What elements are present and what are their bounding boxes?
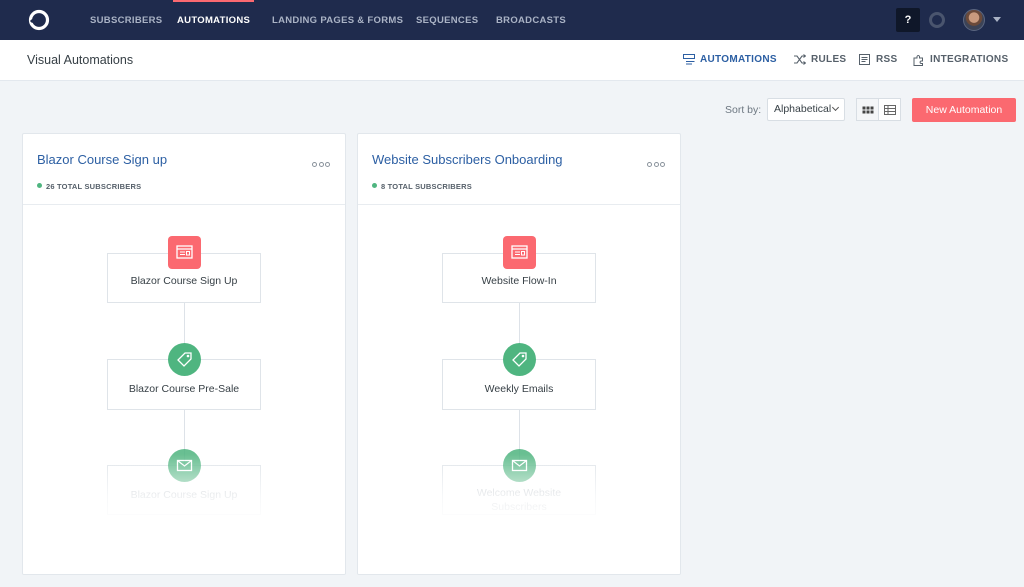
- nav-landing-pages-forms[interactable]: LANDING PAGES & FORMS: [272, 0, 403, 40]
- email-icon[interactable]: [168, 449, 201, 482]
- tab-rules-label: RULES: [811, 54, 847, 65]
- help-button[interactable]: ?: [896, 8, 920, 32]
- chevron-down-icon[interactable]: [993, 17, 1001, 22]
- status-dot: [37, 183, 42, 188]
- node-label-line2: Subscribers: [491, 500, 547, 513]
- table-icon: [884, 105, 896, 115]
- status-ring-icon[interactable]: [929, 12, 945, 28]
- nav-sequences[interactable]: SEQUENCES: [416, 0, 478, 40]
- chevron-down-icon: [831, 103, 840, 112]
- grid-icon: [862, 106, 874, 114]
- tab-automations-label: AUTOMATIONS: [700, 54, 777, 65]
- form-icon[interactable]: [503, 236, 536, 269]
- automation-title[interactable]: Website Subscribers Onboarding: [372, 152, 563, 167]
- new-automation-button[interactable]: New Automation: [912, 98, 1016, 122]
- subscriber-count-label: 8 TOTAL SUBSCRIBERS: [381, 182, 472, 191]
- subscriber-count: 8 TOTAL SUBSCRIBERS: [372, 182, 472, 191]
- tab-automations[interactable]: AUTOMATIONS: [683, 40, 777, 80]
- divider: [23, 204, 345, 205]
- automations-icon: [683, 54, 695, 65]
- puzzle-icon: [913, 55, 923, 66]
- node-label: Weekly Emails: [484, 383, 554, 395]
- sort-select-value: Alphabetical: [774, 103, 832, 115]
- subscriber-count: 26 TOTAL SUBSCRIBERS: [37, 182, 141, 191]
- tab-rss[interactable]: RSS: [859, 40, 898, 80]
- node-label: Website Flow-In: [481, 275, 557, 287]
- sub-header: Visual Automations AUTOMATIONS RULES RSS…: [0, 40, 1024, 81]
- rss-icon: [859, 54, 870, 65]
- grid-view-button[interactable]: [856, 98, 879, 121]
- top-navigation: SUBSCRIBERS AUTOMATIONS LANDING PAGES & …: [0, 0, 1024, 40]
- tag-icon[interactable]: [168, 343, 201, 376]
- sort-select[interactable]: Alphabetical: [767, 98, 845, 121]
- tab-rules[interactable]: RULES: [794, 40, 847, 80]
- divider: [358, 204, 680, 205]
- sort-label: Sort by:: [725, 104, 762, 116]
- more-options-icon[interactable]: [312, 154, 332, 167]
- node-label: Blazor Course Sign Up: [130, 489, 238, 501]
- tag-icon[interactable]: [503, 343, 536, 376]
- list-view-button[interactable]: [878, 98, 901, 121]
- automation-card: Blazor Course Sign up 26 TOTAL SUBSCRIBE…: [22, 133, 346, 575]
- nav-automations[interactable]: AUTOMATIONS: [172, 0, 255, 40]
- automation-card: Website Subscribers Onboarding 8 TOTAL S…: [357, 133, 681, 575]
- shuffle-icon: [794, 54, 806, 65]
- tab-rss-label: RSS: [876, 54, 898, 65]
- status-dot: [372, 183, 377, 188]
- node-label: Blazor Course Sign Up: [130, 275, 238, 287]
- nav-broadcasts[interactable]: BROADCASTS: [496, 0, 566, 40]
- subscriber-count-label: 26 TOTAL SUBSCRIBERS: [46, 182, 142, 191]
- convertkit-logo-icon[interactable]: [27, 8, 51, 32]
- more-options-icon[interactable]: [647, 154, 667, 167]
- node-label-line1: Welcome Website: [476, 487, 562, 499]
- page-title: Visual Automations: [27, 53, 134, 67]
- nav-subscribers[interactable]: SUBSCRIBERS: [90, 0, 162, 40]
- form-icon[interactable]: [168, 236, 201, 269]
- automation-title[interactable]: Blazor Course Sign up: [37, 152, 167, 167]
- tab-integrations[interactable]: INTEGRATIONS: [913, 40, 1009, 80]
- tab-integrations-label: INTEGRATIONS: [930, 54, 1009, 65]
- node-label: Blazor Course Pre-Sale: [128, 383, 240, 395]
- email-icon[interactable]: [503, 449, 536, 482]
- user-avatar[interactable]: [963, 9, 985, 31]
